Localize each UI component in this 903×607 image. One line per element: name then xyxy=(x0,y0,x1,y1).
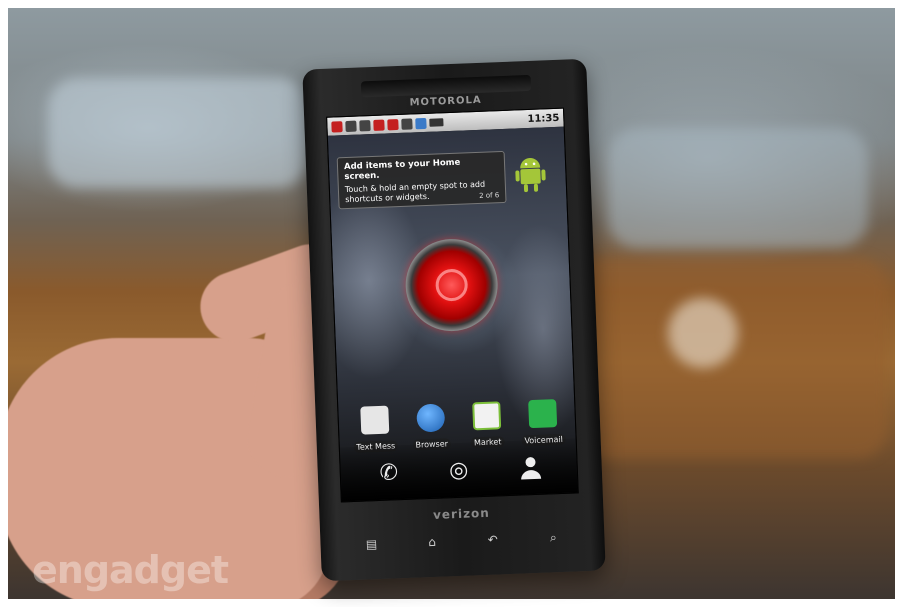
hardware-keys: ▤ ⌂ ↶ ⌕ xyxy=(360,526,565,556)
phone-icon[interactable]: ✆ xyxy=(374,459,403,488)
android-robot-icon xyxy=(515,157,546,193)
background-shelf-blur xyxy=(608,128,868,248)
home-dock: ✆ ◎ xyxy=(339,438,578,502)
globe-icon xyxy=(416,403,446,433)
notification-icon xyxy=(345,120,357,132)
home-tip-bubble[interactable]: Add items to your Home screen. Touch & h… xyxy=(336,150,507,210)
battery-icon xyxy=(429,118,444,127)
phone-screen[interactable]: 11:35 Add items to your Home screen. Tou… xyxy=(326,107,579,503)
wifi-icon xyxy=(415,117,427,129)
tip-title: Add items to your Home screen. xyxy=(343,157,461,183)
back-key-icon[interactable]: ↶ xyxy=(481,528,504,551)
tip-body: Touch & hold an empty spot to add shortc… xyxy=(344,179,486,205)
messaging-icon xyxy=(360,405,390,435)
tip-page-count: 2 of 6 xyxy=(478,191,500,200)
notification-icon xyxy=(359,119,371,131)
market-bag-icon xyxy=(472,401,502,431)
voicemail-icon xyxy=(528,399,558,429)
engadget-watermark: engadget xyxy=(32,548,229,592)
status-clock: 11:35 xyxy=(527,112,560,125)
contacts-glyph xyxy=(521,457,542,480)
email-icon xyxy=(401,117,413,130)
droid-eye-ring xyxy=(435,268,469,302)
launcher-icon[interactable]: ◎ xyxy=(444,456,473,485)
smartphone: MOTOROLA 11:35 Add items to your Home sc… xyxy=(302,58,606,582)
notification-icon xyxy=(373,119,385,131)
background-desk-blur xyxy=(568,258,888,458)
background-light-spot xyxy=(668,298,738,368)
droid-eye-graphic xyxy=(403,237,500,333)
search-key-icon[interactable]: ⌕ xyxy=(542,526,565,549)
home-key-icon[interactable]: ⌂ xyxy=(421,531,444,554)
carrier-logo: verizon xyxy=(432,505,491,522)
notification-icon xyxy=(387,118,399,130)
home-wallpaper: Add items to your Home screen. Touch & h… xyxy=(327,126,578,502)
notification-icon xyxy=(331,120,343,133)
contacts-icon[interactable] xyxy=(516,454,545,483)
menu-key-icon[interactable]: ▤ xyxy=(360,533,383,556)
background-monitor-blur xyxy=(48,78,308,188)
